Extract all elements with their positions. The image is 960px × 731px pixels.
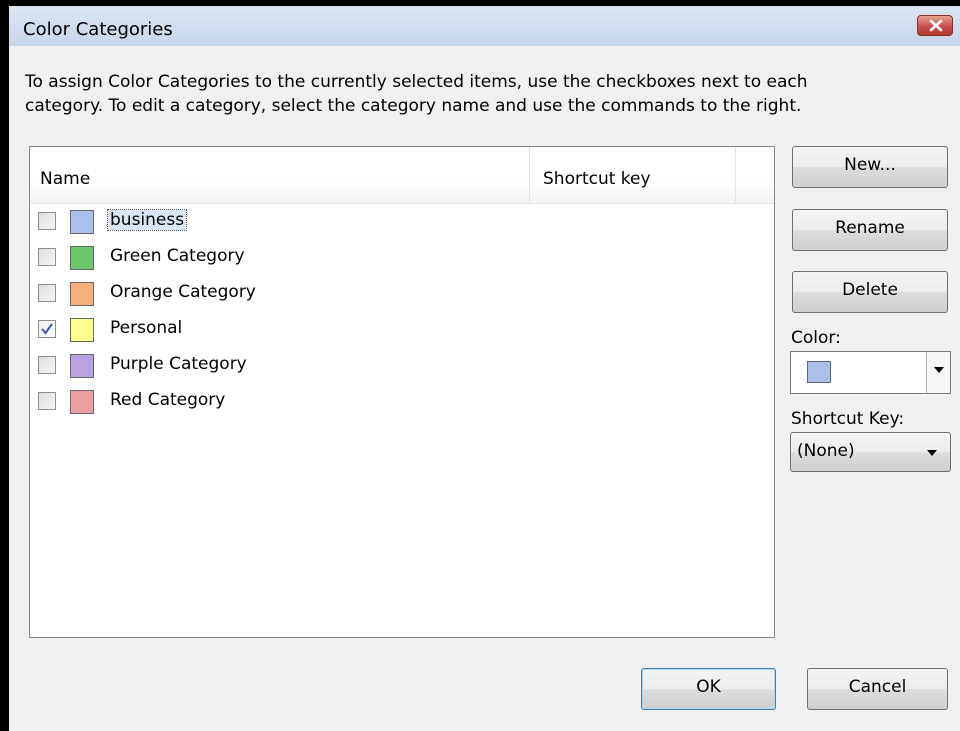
cancel-button[interactable]: Cancel — [807, 668, 948, 710]
dialog-title: Color Categories — [23, 19, 173, 40]
new-button[interactable]: New... — [792, 146, 948, 188]
category-color-swatch — [70, 282, 94, 306]
category-name[interactable]: Orange Category — [110, 282, 256, 302]
category-color-swatch — [70, 354, 94, 378]
column-header-name[interactable]: Name — [40, 169, 90, 189]
checkmark-icon — [41, 323, 53, 335]
column-divider[interactable] — [529, 147, 530, 203]
ok-button[interactable]: OK — [641, 668, 776, 710]
instructions-line: category. To edit a category, select the… — [25, 96, 802, 116]
category-name[interactable]: Purple Category — [110, 354, 247, 374]
category-color-swatch — [70, 390, 94, 414]
color-swatch — [807, 361, 831, 383]
shortcut-key-value: (None) — [797, 441, 855, 461]
color-dropdown[interactable] — [790, 351, 951, 394]
category-color-swatch — [70, 246, 94, 270]
list-header: Name Shortcut key — [30, 147, 774, 204]
ok-button-label: OK — [696, 677, 721, 697]
column-divider[interactable] — [735, 147, 736, 203]
new-button-label: New... — [844, 155, 896, 175]
rename-button-label: Rename — [835, 218, 905, 238]
color-label: Color: — [791, 328, 841, 348]
category-name[interactable]: Green Category — [110, 246, 245, 266]
color-dropdown-arrow[interactable] — [926, 352, 950, 393]
category-checkbox[interactable] — [38, 248, 56, 266]
category-row[interactable]: Red Category — [30, 384, 774, 420]
column-header-shortcut-key[interactable]: Shortcut key — [543, 169, 651, 189]
category-checkbox[interactable] — [38, 284, 56, 302]
categories-list[interactable]: Name Shortcut key business Green Category… — [29, 146, 775, 638]
close-button[interactable] — [917, 15, 953, 36]
title-bar: Color Categories — [9, 6, 960, 46]
category-name[interactable]: business — [106, 209, 188, 231]
category-color-swatch — [70, 210, 94, 234]
category-checkbox[interactable] — [38, 392, 56, 410]
category-row[interactable]: Personal — [30, 312, 774, 348]
chevron-down-icon — [934, 367, 944, 373]
instructions-text: To assign Color Categories to the curren… — [25, 70, 945, 118]
category-row[interactable]: business — [30, 204, 774, 240]
category-row[interactable]: Green Category — [30, 240, 774, 276]
rename-button[interactable]: Rename — [792, 209, 948, 251]
color-categories-dialog: Color Categories To assign Color Categor… — [0, 0, 960, 731]
category-checkbox[interactable] — [38, 320, 56, 338]
chevron-down-icon — [927, 450, 937, 456]
cancel-button-label: Cancel — [848, 677, 907, 697]
category-checkbox[interactable] — [38, 356, 56, 374]
category-color-swatch — [70, 318, 94, 342]
shortcut-key-label: Shortcut Key: — [791, 409, 905, 429]
category-row[interactable]: Orange Category — [30, 276, 774, 312]
category-name[interactable]: Personal — [110, 318, 182, 338]
shortcut-key-dropdown[interactable]: (None) — [790, 432, 951, 472]
category-checkbox[interactable] — [38, 212, 56, 230]
category-name[interactable]: Red Category — [110, 390, 225, 410]
instructions-line: To assign Color Categories to the curren… — [25, 72, 808, 92]
delete-button-label: Delete — [842, 280, 898, 300]
category-row[interactable]: Purple Category — [30, 348, 774, 384]
close-icon — [929, 19, 943, 32]
delete-button[interactable]: Delete — [792, 271, 948, 313]
